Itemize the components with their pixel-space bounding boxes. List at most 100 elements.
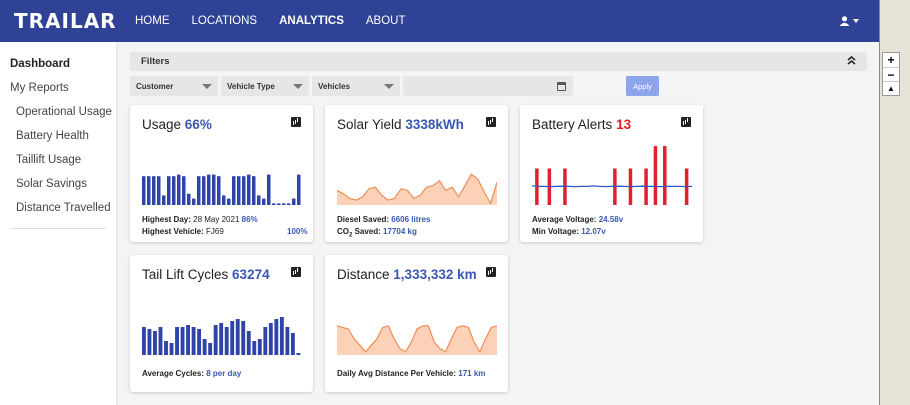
sidebar-item-my-reports[interactable]: My Reports — [0, 76, 116, 100]
usage-card: Usage 66% Highest Day: 28 May 2021 86% H… — [130, 105, 313, 242]
sidebar-item-dashboard[interactable]: Dashboard — [0, 52, 116, 76]
bar-chart-icon[interactable] — [681, 117, 691, 127]
bar-24 — [274, 319, 279, 355]
bar-23 — [257, 195, 261, 205]
bar-14 — [219, 323, 224, 355]
distance-daily-average: Daily Avg Distance Per Vehicle: 171 km — [337, 369, 486, 378]
sidebar-item-battery-health[interactable]: Battery Health — [0, 124, 116, 148]
bar-30 — [292, 198, 296, 205]
distance-card: Distance 1,333,332 km Daily Avg Distance… — [325, 255, 508, 392]
usage-highest-vehicle: Highest Vehicle: FJ69 100% — [142, 227, 308, 236]
bar-1 — [147, 329, 152, 355]
bar-8 — [182, 176, 186, 205]
bar-0 — [142, 176, 146, 205]
solar-value: 3338kWh — [405, 117, 464, 132]
bar-10 — [192, 198, 196, 205]
sidebar: Dashboard My Reports Operational Usage B… — [0, 42, 117, 405]
user-menu[interactable] — [839, 16, 859, 26]
vehicle-type-select-label: Vehicle Type — [227, 81, 275, 91]
filters-header[interactable]: Filters — [130, 52, 867, 71]
bar-3 — [158, 327, 163, 355]
nav-locations[interactable]: LOCATIONS — [181, 15, 269, 27]
taillift-title: Tail Lift Cycles — [142, 267, 229, 282]
bar-1 — [147, 176, 151, 205]
calendar-icon[interactable] — [557, 81, 566, 91]
nav-home[interactable]: HOME — [124, 15, 181, 27]
area-fill — [337, 174, 497, 205]
bar-8 — [186, 325, 190, 355]
bar-27 — [277, 203, 281, 205]
bar-17 — [235, 319, 240, 355]
bar-27 — [290, 333, 295, 355]
bar-20 — [252, 341, 257, 355]
bar-21 — [247, 174, 251, 205]
bar-5 — [167, 176, 171, 205]
app-window: TRAILAR HOME LOCATIONS ANALYTICS ABOUT D… — [0, 0, 880, 405]
bar-21 — [257, 339, 262, 355]
bar-13 — [213, 325, 218, 355]
zoom-in-button[interactable]: + — [883, 53, 899, 67]
battery-average-voltage: Average Voltage: 24.58v — [532, 215, 624, 224]
caret-down-icon — [384, 83, 394, 89]
battery-voltage-chart — [532, 146, 692, 205]
top-navbar: TRAILAR HOME LOCATIONS ANALYTICS ABOUT — [0, 0, 879, 42]
bar-4 — [164, 341, 168, 355]
bar-chart-icon[interactable] — [486, 117, 496, 127]
compass-icon[interactable]: ▲ — [883, 81, 899, 95]
solar-area-chart — [337, 173, 497, 205]
solar-co2-saved: CO2 Saved: 17704 kg — [337, 227, 417, 239]
vehicles-select[interactable]: Vehicles — [312, 76, 400, 96]
date-range-input[interactable] — [403, 76, 573, 96]
distance-title: Distance — [337, 267, 390, 282]
bar-6 — [172, 176, 176, 205]
customer-select[interactable]: Customer — [130, 76, 218, 96]
sidebar-item-distance-travelled[interactable]: Distance Travelled — [0, 196, 116, 220]
bar-12 — [202, 176, 206, 205]
bar-25 — [279, 317, 284, 355]
filters-title: Filters — [141, 56, 170, 67]
bar-26 — [285, 327, 290, 355]
bar-16 — [230, 321, 235, 355]
sidebar-divider — [10, 228, 106, 229]
bar-31 — [297, 174, 301, 205]
bar-3 — [157, 176, 161, 205]
bar-28 — [296, 353, 301, 355]
brand-logo[interactable]: TRAILAR — [0, 9, 124, 33]
bar-19 — [246, 331, 251, 355]
bar-9 — [187, 193, 191, 205]
usage-bar-chart — [142, 174, 301, 205]
nav-about[interactable]: ABOUT — [355, 15, 417, 27]
apply-button[interactable]: Apply — [626, 76, 659, 96]
distance-area-chart — [337, 325, 497, 355]
distance-value: 1,333,332 km — [393, 267, 477, 282]
bar-7 — [180, 327, 185, 355]
caret-down-icon — [853, 19, 859, 23]
bar-28 — [282, 203, 286, 205]
battery-title: Battery Alerts — [532, 117, 613, 132]
bar-11 — [197, 176, 201, 205]
usage-highest-day: Highest Day: 28 May 2021 86% — [142, 215, 258, 224]
bar-13 — [207, 174, 211, 205]
vehicles-select-label: Vehicles — [318, 81, 351, 91]
alert-bar-6 — [653, 146, 658, 205]
vehicle-type-select[interactable]: Vehicle Type — [221, 76, 309, 96]
chevron-up-icon[interactable] — [847, 55, 856, 68]
bar-11 — [202, 339, 207, 355]
bar-chart-icon[interactable] — [291, 117, 301, 127]
voltage-line — [532, 185, 692, 188]
bar-15 — [224, 327, 229, 355]
sidebar-item-solar-savings[interactable]: Solar Savings — [0, 172, 116, 196]
battery-alerts-card: Battery Alerts 13 Average Voltage: 24.58… — [520, 105, 703, 242]
bar-4 — [162, 195, 166, 205]
bar-7 — [177, 174, 181, 205]
bar-15 — [217, 176, 221, 205]
nav-analytics[interactable]: ANALYTICS — [268, 15, 355, 27]
zoom-out-button[interactable]: − — [883, 67, 899, 82]
sidebar-item-operational-usage[interactable]: Operational Usage — [0, 100, 116, 124]
bar-chart-icon[interactable] — [486, 267, 496, 277]
sidebar-item-taillift-usage[interactable]: Taillift Usage — [0, 148, 116, 172]
caret-down-icon — [293, 83, 303, 89]
bar-17 — [227, 198, 231, 205]
bar-chart-icon[interactable] — [291, 267, 301, 277]
bar-26 — [272, 203, 276, 205]
